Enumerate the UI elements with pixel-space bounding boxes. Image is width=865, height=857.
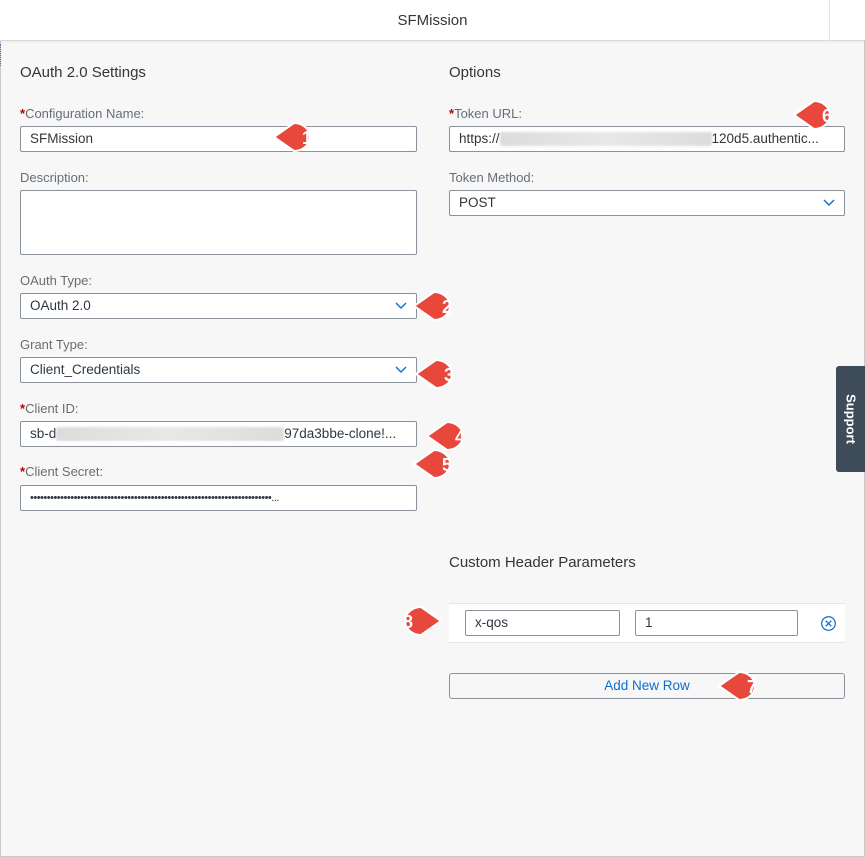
- chevron-down-icon: [395, 302, 407, 309]
- token-method-label: Token Method:: [449, 170, 535, 185]
- support-tab-label: Support: [843, 394, 858, 444]
- redacted-blur: [499, 132, 712, 147]
- custom-header-title: Custom Header Parameters: [449, 554, 636, 571]
- oauth-type-label: OAuth Type:: [20, 273, 93, 288]
- grant-type-select[interactable]: Client_Credentials: [20, 357, 417, 383]
- callout-3-number: 3: [444, 365, 454, 385]
- client-id-value-end: 97da3bbe-clone!...: [284, 426, 397, 441]
- redacted-blur: [56, 427, 285, 442]
- chevron-down-icon: [823, 199, 835, 206]
- token-url-label-text: Token URL:: [454, 106, 522, 121]
- token-method-select[interactable]: POST: [449, 190, 845, 216]
- token-method-value: POST: [459, 195, 496, 210]
- callout-7-number: 7: [747, 677, 757, 697]
- callout-1-number: 1: [302, 128, 312, 148]
- callout-6-number: 6: [822, 106, 832, 126]
- add-new-row-button[interactable]: Add New Row: [449, 673, 845, 699]
- header-corner: [829, 0, 865, 41]
- callout-5-number: 5: [442, 455, 452, 475]
- chevron-down-icon: [395, 366, 407, 373]
- configuration-name-label-text: Configuration Name:: [25, 106, 145, 121]
- grant-type-value: Client_Credentials: [30, 362, 141, 377]
- client-id-label-text: Client ID:: [25, 401, 79, 416]
- client-id-value-start: sb-d: [30, 426, 57, 441]
- oauth-type-select[interactable]: OAuth 2.0: [20, 293, 417, 319]
- dialog-header: SFMission: [0, 0, 865, 41]
- description-label: Description:: [20, 170, 89, 185]
- dialog-title: SFMission: [397, 12, 468, 29]
- configuration-name-input[interactable]: SFMission: [20, 126, 417, 152]
- oauth-type-value: OAuth 2.0: [30, 298, 91, 313]
- token-url-value-start: https://: [459, 131, 500, 146]
- header-key-input[interactable]: x-qos: [465, 610, 620, 636]
- client-id-input[interactable]: sb-d 97da3bbe-clone!...: [20, 421, 417, 447]
- callout-6-badge: 6: [792, 99, 832, 131]
- callout-2-number: 2: [442, 297, 452, 317]
- grant-type-label: Grant Type:: [20, 337, 88, 352]
- configuration-name-label: *Configuration Name:: [20, 106, 144, 121]
- oauth-settings-title: OAuth 2.0 Settings: [20, 64, 146, 81]
- callout-7-badge: 7: [717, 670, 757, 702]
- options-title: Options: [449, 64, 501, 81]
- client-secret-label: *Client Secret:: [20, 464, 103, 479]
- remove-row-icon[interactable]: [820, 615, 837, 632]
- callout-3-badge: 3: [414, 358, 454, 390]
- callout-8-badge: 8: [403, 605, 443, 637]
- description-textarea[interactable]: [20, 190, 417, 255]
- header-value-input[interactable]: 1: [635, 610, 798, 636]
- callout-2-badge: 2: [412, 290, 452, 322]
- callout-5-badge: 5: [412, 448, 452, 480]
- callout-8-number: 8: [403, 612, 413, 632]
- custom-header-row: x-qos 1: [449, 603, 845, 643]
- token-url-label: *Token URL:: [449, 106, 522, 121]
- support-tab[interactable]: Support: [836, 366, 865, 472]
- callout-1-badge: 1: [272, 121, 312, 153]
- client-id-label: *Client ID:: [20, 401, 79, 416]
- client-secret-input[interactable]: ••••••••••••••••••••••••••••••••••••••••…: [20, 485, 417, 511]
- token-url-input[interactable]: https://120d5.authentic...: [449, 126, 845, 152]
- client-secret-label-text: Client Secret:: [25, 464, 104, 479]
- focus-marker: [0, 44, 2, 66]
